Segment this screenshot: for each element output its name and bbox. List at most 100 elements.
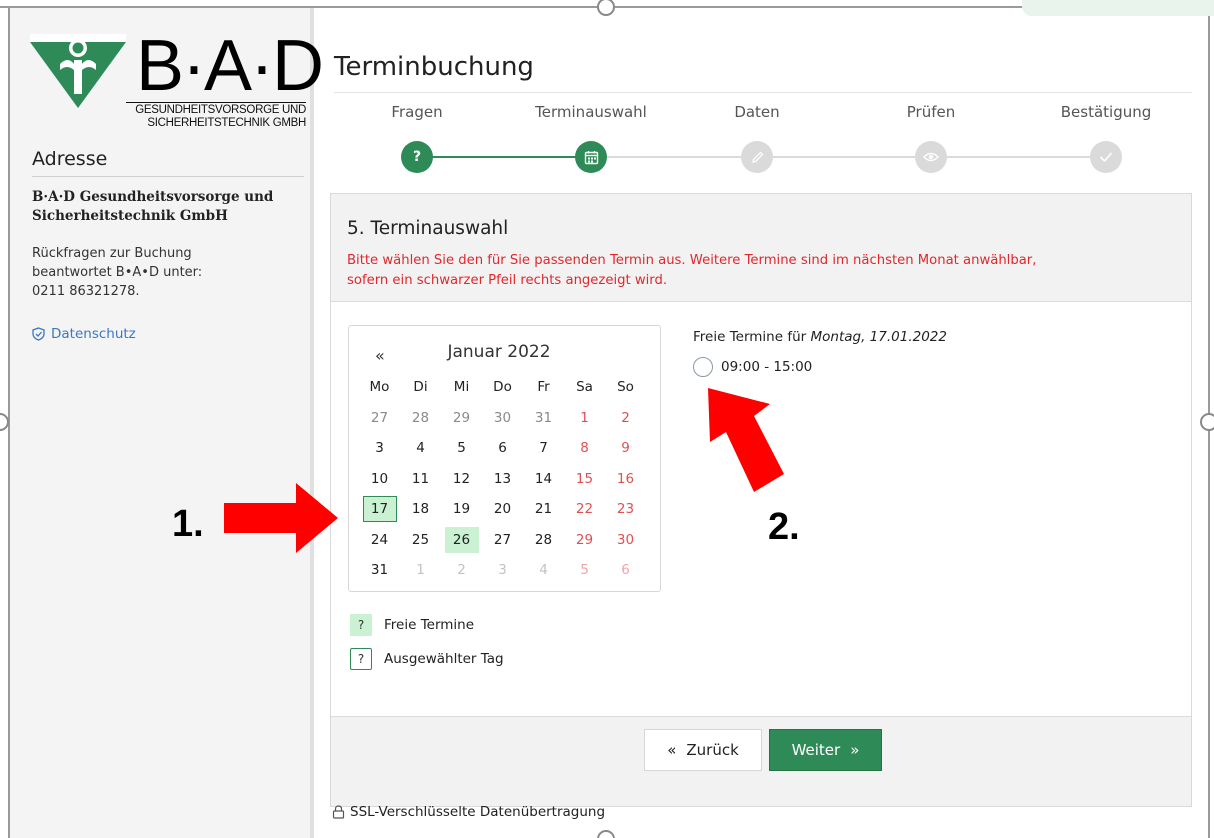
calendar-day-31[interactable]: 31: [363, 557, 397, 583]
bad-logo-wordmark: B·A·D: [136, 26, 324, 106]
check-icon: [1099, 152, 1113, 163]
step-pruefen[interactable]: [915, 141, 947, 173]
calendar-day-24[interactable]: 24: [363, 527, 397, 553]
panel-header: 5. Terminauswahl Bitte wählen Sie den fü…: [331, 194, 1191, 302]
calendar-weekday-header: Sa: [576, 379, 593, 395]
calendar-day-4[interactable]: 4: [404, 435, 438, 461]
free-slots-date: Montag, 17.01.2022: [810, 329, 947, 345]
section-title: 5. Terminauswahl: [347, 218, 509, 239]
bad-logo-subtitle: GESUNDHEITSVORSORGE UND SICHERHEITSTECHN…: [126, 102, 306, 130]
calendar-day-adjacent-month: 28: [411, 409, 430, 426]
page-title: Terminbuchung: [334, 52, 534, 82]
step-daten[interactable]: [741, 141, 773, 173]
sidebar: B·A·D GESUNDHEITSVORSORGE UND SICHERHEIT…: [10, 8, 324, 838]
calendar-day-28[interactable]: 28: [527, 527, 561, 553]
calendar-day-5[interactable]: 5: [445, 435, 479, 461]
calendar: « Januar 2022 Mo Di Mi Do Fr Sa So 27 28 29 30 31 1 2…: [348, 325, 661, 592]
calendar-day-adjacent-month: 29: [452, 409, 471, 426]
ssl-notice-label: SSL-Verschlüsselte Datenübertragung: [350, 804, 606, 820]
section-hint: Bitte wählen Sie den für Sie passenden T…: [347, 251, 1177, 291]
calendar-day-11[interactable]: 11: [404, 466, 438, 492]
bad-logo-subtitle-line1: GESUNDHEITSVORSORGE UND: [135, 104, 306, 116]
bad-logo-mark-icon: [30, 34, 126, 108]
step-label-terminauswahl: Terminauswahl: [535, 103, 647, 121]
bad-logo: B·A·D GESUNDHEITSVORSORGE UND SICHERHEIT…: [30, 30, 324, 134]
panel-footer: « Zurück Weiter »: [331, 716, 1191, 806]
calendar-day-2[interactable]: 2: [609, 405, 643, 431]
calendar-day-8[interactable]: 8: [568, 435, 602, 461]
question-icon: ?: [412, 149, 422, 165]
calendar-day-27[interactable]: 27: [486, 527, 520, 553]
company-name-line1: B·A·D Gesundheitsvorsorge und: [32, 189, 274, 205]
contact-line1: Rückfragen zur Buchung: [32, 246, 192, 261]
calendar-day-18[interactable]: 18: [404, 496, 438, 522]
calendar-day-21[interactable]: 21: [527, 496, 561, 522]
calendar-day-10[interactable]: 10: [363, 466, 397, 492]
resize-handle-right[interactable]: [1200, 413, 1214, 431]
annotation-marker-2: 2.: [768, 506, 800, 548]
calendar-grid: Mo Di Mi Do Fr Sa So 27 28 29 30 31 1 2 3 4 5 6 7 8 9 10 11 12 1…: [359, 372, 646, 586]
back-button[interactable]: « Zurück: [644, 729, 762, 771]
calendar-weekday-header: Mi: [453, 379, 470, 395]
eye-icon: [923, 152, 939, 162]
calendar-day-19[interactable]: 19: [445, 496, 479, 522]
contact-phone: 0211 86321278.: [32, 284, 140, 299]
calendar-day-3[interactable]: 3: [363, 435, 397, 461]
calendar-day-adjacent-month: 4: [539, 562, 548, 578]
bad-logo-subtitle-line2: SICHERHEITSTECHNIK GMBH: [147, 117, 306, 129]
legend-selected: ? Ausgewählter Tag: [350, 648, 504, 670]
back-arrow-icon: «: [667, 741, 677, 759]
legend-selected-label: Ausgewählter Tag: [384, 651, 504, 667]
time-slot-option[interactable]: 09:00 - 15:00: [693, 357, 812, 377]
step-bestaetigung[interactable]: [1090, 141, 1122, 173]
calendar-day-adjacent-month: 1: [416, 562, 425, 578]
section-hint-line2: sofern ein schwarzer Pfeil rechts angeze…: [347, 273, 668, 288]
legend-selected-swatch: ?: [350, 648, 372, 670]
privacy-link[interactable]: Datenschutz: [32, 326, 136, 342]
calendar-day-adjacent-month: 31: [534, 409, 553, 426]
calendar-day-26[interactable]: 26: [444, 526, 479, 553]
step-terminauswahl[interactable]: [575, 141, 607, 173]
company-name-line2: Sicherheitstechnik GmbH: [32, 208, 228, 224]
step-fragen[interactable]: ?: [401, 141, 433, 173]
calendar-day-6[interactable]: 6: [486, 435, 520, 461]
calendar-day-16[interactable]: 16: [609, 466, 643, 492]
calendar-day-12[interactable]: 12: [445, 466, 479, 492]
calendar-weekday-header: So: [617, 379, 634, 395]
calendar-prev-button[interactable]: «: [375, 346, 385, 365]
legend-free-label: Freie Termine: [384, 617, 475, 633]
lock-icon: [332, 805, 345, 819]
calendar-day-adjacent-month: 3: [498, 562, 507, 578]
step-label-daten: Daten: [734, 103, 780, 121]
calendar-day-adjacent-month: 30: [493, 409, 512, 426]
calendar-day-29[interactable]: 29: [568, 527, 602, 553]
calendar-day-9[interactable]: 9: [609, 435, 643, 461]
calendar-day-adjacent-month: 2: [457, 562, 466, 578]
stepper-line-done: [430, 156, 577, 158]
calendar-day-30[interactable]: 30: [609, 527, 643, 553]
calendar-day-20[interactable]: 20: [486, 496, 520, 522]
calendar-day-25[interactable]: 25: [404, 527, 438, 553]
step-label-pruefen: Prüfen: [906, 103, 956, 121]
privacy-link-label: Datenschutz: [51, 326, 136, 342]
time-slot-radio[interactable]: [693, 357, 713, 377]
sidebar-heading: Adresse: [32, 148, 108, 170]
corner-tab: [1022, 0, 1214, 16]
calendar-day-15[interactable]: 15: [568, 466, 602, 492]
calendar-day-7[interactable]: 7: [527, 435, 561, 461]
calendar-day-14[interactable]: 14: [527, 466, 561, 492]
calendar-day-22[interactable]: 22: [568, 496, 602, 522]
calendar-weekday-header: Do: [493, 379, 512, 395]
calendar-weekday-header: Di: [413, 379, 428, 395]
next-button[interactable]: Weiter »: [769, 729, 882, 771]
resize-handle-bottom[interactable]: [597, 830, 615, 838]
calendar-day-1[interactable]: 1: [568, 405, 602, 431]
calendar-day-13[interactable]: 13: [486, 466, 520, 492]
legend-free-swatch: ?: [350, 614, 372, 636]
contact-line2: beantwortet B•A•D unter:: [32, 265, 203, 280]
calendar-day-23[interactable]: 23: [609, 496, 643, 522]
calendar-day-17[interactable]: 17: [362, 496, 397, 522]
resize-handle-top[interactable]: [597, 0, 615, 16]
step-label-bestaetigung: Bestätigung: [1060, 103, 1152, 121]
annotation-arrow-right-icon: [224, 483, 338, 553]
